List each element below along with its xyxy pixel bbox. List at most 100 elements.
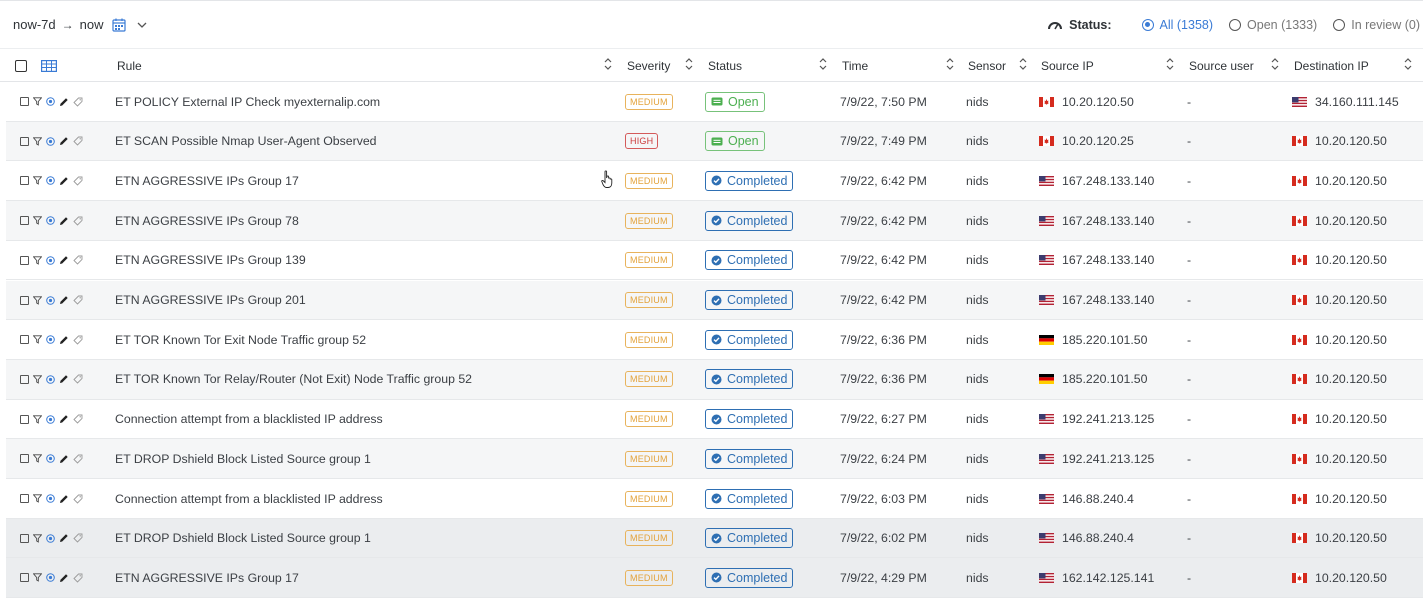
filter-icon[interactable] bbox=[33, 176, 42, 186]
chevron-down-icon[interactable] bbox=[136, 19, 148, 31]
target-icon[interactable] bbox=[46, 97, 55, 106]
tag-icon[interactable] bbox=[73, 335, 83, 345]
edit-icon[interactable] bbox=[59, 97, 69, 107]
rule-name[interactable]: ET DROP Dshield Block Listed Source grou… bbox=[115, 439, 371, 478]
filter-icon[interactable] bbox=[33, 573, 42, 583]
destination-ip[interactable]: 10.20.120.50 bbox=[1292, 241, 1387, 280]
status-badge[interactable]: Completed bbox=[705, 250, 794, 271]
target-icon[interactable] bbox=[46, 375, 55, 384]
table-row[interactable]: Connection attempt from a blacklisted IP… bbox=[6, 400, 1423, 440]
target-icon[interactable] bbox=[46, 533, 55, 543]
status-badge[interactable]: Completed bbox=[705, 369, 794, 390]
status-radio-open[interactable]: Open (1333) bbox=[1229, 18, 1317, 32]
row-checkbox[interactable] bbox=[20, 176, 29, 186]
edit-icon[interactable] bbox=[59, 216, 69, 226]
table-row[interactable]: ETN AGGRESSIVE IPs Group 78 MEDIUM Complet… bbox=[6, 201, 1423, 241]
edit-icon[interactable] bbox=[59, 494, 69, 504]
filter-icon[interactable] bbox=[33, 256, 42, 265]
table-row[interactable]: ETN AGGRESSIVE IPs Group 139 MEDIUM Comple… bbox=[6, 241, 1423, 281]
edit-icon[interactable] bbox=[59, 176, 69, 186]
source-ip[interactable]: 146.88.240.4 bbox=[1039, 479, 1134, 518]
filter-icon[interactable] bbox=[33, 494, 42, 503]
table-row[interactable]: ET DROP Dshield Block Listed Source grou… bbox=[6, 439, 1423, 479]
row-checkbox[interactable] bbox=[20, 97, 29, 106]
sort-icon[interactable] bbox=[1271, 57, 1279, 71]
edit-icon[interactable] bbox=[59, 255, 69, 265]
target-icon[interactable] bbox=[46, 335, 55, 344]
tag-icon[interactable] bbox=[73, 494, 83, 504]
source-ip[interactable]: 192.241.213.125 bbox=[1039, 439, 1154, 478]
status-badge[interactable]: Completed bbox=[705, 528, 794, 549]
tag-icon[interactable] bbox=[73, 216, 83, 226]
col-source-ip[interactable]: Source IP bbox=[1041, 49, 1094, 83]
table-row[interactable]: ETN AGGRESSIVE IPs Group 17 MEDIUM Complet… bbox=[6, 161, 1423, 202]
col-status[interactable]: Status bbox=[708, 49, 742, 83]
source-ip[interactable]: 167.248.133.140 bbox=[1039, 201, 1154, 240]
target-icon[interactable] bbox=[46, 216, 55, 225]
edit-icon[interactable] bbox=[59, 136, 69, 146]
status-badge[interactable]: Completed bbox=[705, 290, 794, 310]
tag-icon[interactable] bbox=[73, 414, 83, 424]
rule-name[interactable]: ETN AGGRESSIVE IPs Group 17 bbox=[115, 161, 299, 200]
destination-ip[interactable]: 10.20.120.50 bbox=[1292, 479, 1387, 518]
col-source-user[interactable]: Source user bbox=[1189, 49, 1254, 83]
table-row[interactable]: ET TOR Known Tor Exit Node Traffic group… bbox=[6, 320, 1423, 360]
select-all-checkbox[interactable] bbox=[15, 49, 27, 83]
status-badge[interactable]: Open bbox=[705, 131, 765, 152]
row-checkbox[interactable] bbox=[20, 573, 29, 583]
range-from[interactable]: now-7d bbox=[13, 17, 56, 32]
source-ip[interactable]: 10.20.120.50 bbox=[1039, 82, 1134, 121]
status-badge[interactable]: Completed bbox=[705, 409, 794, 430]
destination-ip[interactable]: 10.20.120.50 bbox=[1292, 400, 1387, 439]
source-ip[interactable]: 167.248.133.140 bbox=[1039, 241, 1154, 280]
time-range-picker[interactable]: now-7d → now bbox=[0, 17, 148, 32]
rule-name[interactable]: ET TOR Known Tor Exit Node Traffic group… bbox=[115, 320, 366, 359]
sort-icon[interactable] bbox=[1019, 57, 1027, 71]
source-ip[interactable]: 167.248.133.140 bbox=[1039, 281, 1154, 320]
col-time[interactable]: Time bbox=[842, 49, 868, 83]
rule-name[interactable]: Connection attempt from a blacklisted IP… bbox=[115, 400, 383, 439]
status-radio-all[interactable]: All (1358) bbox=[1141, 18, 1213, 32]
col-destination-ip[interactable]: Destination IP bbox=[1294, 49, 1369, 83]
edit-icon[interactable] bbox=[59, 454, 69, 464]
edit-icon[interactable] bbox=[59, 295, 69, 305]
rule-name[interactable]: ET TOR Known Tor Relay/Router (Not Exit)… bbox=[115, 360, 472, 399]
edit-icon[interactable] bbox=[59, 335, 69, 345]
destination-ip[interactable]: 10.20.120.50 bbox=[1292, 201, 1387, 240]
target-icon[interactable] bbox=[46, 454, 55, 464]
sort-icon[interactable] bbox=[1404, 57, 1412, 71]
destination-ip[interactable]: 10.20.120.50 bbox=[1292, 360, 1387, 399]
table-row[interactable]: ETN AGGRESSIVE IPs Group 201 MEDIUM Comple… bbox=[6, 280, 1423, 321]
filter-icon[interactable] bbox=[33, 97, 42, 106]
filter-icon[interactable] bbox=[33, 295, 42, 305]
target-icon[interactable] bbox=[46, 295, 55, 305]
filter-icon[interactable] bbox=[33, 216, 42, 225]
row-checkbox[interactable] bbox=[20, 414, 29, 424]
status-badge[interactable]: Completed bbox=[705, 329, 794, 350]
rule-name[interactable]: ETN AGGRESSIVE IPs Group 139 bbox=[115, 241, 306, 280]
table-row[interactable]: Connection attempt from a blacklisted IP… bbox=[6, 479, 1423, 519]
rule-name[interactable]: ETN AGGRESSIVE IPs Group 201 bbox=[115, 281, 306, 320]
row-checkbox[interactable] bbox=[20, 533, 29, 543]
row-checkbox[interactable] bbox=[20, 295, 29, 305]
table-row[interactable]: ET POLICY External IP Check myexternalip… bbox=[6, 82, 1423, 122]
table-row[interactable]: ET DROP Dshield Block Listed Source grou… bbox=[6, 518, 1423, 559]
table-row[interactable]: ET SCAN Possible Nmap User-Agent Observe… bbox=[6, 121, 1423, 162]
target-icon[interactable] bbox=[46, 414, 55, 424]
sort-icon[interactable] bbox=[604, 57, 612, 71]
source-ip[interactable]: 167.248.133.140 bbox=[1039, 161, 1154, 200]
destination-ip[interactable]: 10.20.120.50 bbox=[1292, 519, 1387, 558]
target-icon[interactable] bbox=[46, 494, 55, 503]
source-ip[interactable]: 185.220.101.50 bbox=[1039, 320, 1147, 359]
status-badge[interactable]: Open bbox=[705, 91, 765, 112]
rule-name[interactable]: ET DROP Dshield Block Listed Source grou… bbox=[115, 519, 371, 558]
row-checkbox[interactable] bbox=[20, 216, 29, 226]
filter-icon[interactable] bbox=[33, 335, 42, 344]
col-sensor[interactable]: Sensor bbox=[968, 49, 1006, 83]
tag-icon[interactable] bbox=[73, 533, 83, 543]
rule-name[interactable]: Connection attempt from a blacklisted IP… bbox=[115, 479, 383, 518]
status-badge[interactable]: Completed bbox=[705, 170, 794, 191]
rule-name[interactable]: ET SCAN Possible Nmap User-Agent Observe… bbox=[115, 122, 377, 161]
filter-icon[interactable] bbox=[33, 534, 42, 543]
destination-ip[interactable]: 10.20.120.50 bbox=[1292, 320, 1387, 359]
